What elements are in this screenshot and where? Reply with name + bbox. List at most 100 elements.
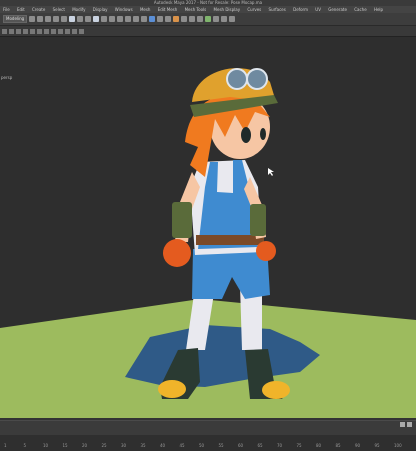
grid-toggle-icon[interactable] [30, 28, 35, 34]
lasso-tool-icon[interactable] [77, 16, 84, 22]
undo-icon[interactable] [53, 16, 60, 22]
lighting-icon[interactable] [65, 28, 70, 34]
channel-box-icon[interactable] [229, 16, 236, 22]
snap-grid-icon[interactable] [117, 16, 124, 22]
camera-label: persp [1, 75, 13, 80]
bookmark-icon[interactable] [16, 28, 21, 34]
3d-viewport[interactable]: persp [0, 37, 416, 418]
timeline-tick-label: 75 [296, 443, 302, 448]
right-glove-cuff [250, 204, 266, 236]
textured-icon[interactable] [58, 28, 63, 34]
menu-item-curves[interactable]: Curves [247, 7, 261, 12]
timeline-tick-label: 35 [140, 443, 146, 448]
xray-icon[interactable] [79, 28, 84, 34]
playback-controls [398, 422, 412, 427]
paint-select-icon[interactable] [85, 16, 92, 22]
keyframe-track[interactable] [0, 420, 416, 436]
timeline-tick-label: 80 [316, 443, 322, 448]
timeline-tick-label: 55 [218, 443, 224, 448]
left-glove [163, 239, 191, 267]
main-menu-bar: File Edit Create Select Modify Display W… [0, 6, 416, 13]
timeline-tick-label: 30 [121, 443, 127, 448]
play-forward-icon[interactable] [407, 422, 412, 427]
frame-ruler[interactable]: 1 5 10 15 20 25 30 35 40 45 50 55 60 65 70 75 80 85 90 95 10… [0, 435, 416, 451]
image-plane-icon[interactable] [23, 28, 28, 34]
redo-icon[interactable] [61, 16, 68, 22]
construction-history-icon[interactable] [157, 16, 164, 22]
window-title: Autodesk Maya 2017 - Not for Resale: Pos… [153, 0, 263, 5]
film-gate-icon[interactable] [37, 28, 42, 34]
menu-item-create[interactable]: Create [32, 7, 45, 12]
menu-item-edit-mesh[interactable]: Edit Mesh [158, 7, 178, 12]
shadows-icon[interactable] [72, 28, 77, 34]
timeline-tick-label: 5 [23, 443, 27, 448]
history-icon[interactable] [149, 16, 156, 22]
attribute-editor-icon[interactable] [213, 16, 220, 22]
hypershade-icon[interactable] [197, 16, 204, 22]
left-glove-cuff [172, 202, 192, 238]
open-scene-icon[interactable] [37, 16, 44, 22]
menu-item-display[interactable]: Display [93, 7, 108, 12]
menu-item-select[interactable]: Select [53, 7, 65, 12]
timeline-tick-label: 60 [238, 443, 244, 448]
timeline-tick-label: 1 [4, 443, 7, 448]
snap-curve-icon[interactable] [125, 16, 132, 22]
timeline-tick-label: 50 [199, 443, 205, 448]
goggle-right [246, 68, 268, 90]
menu-item-modify[interactable]: Modify [72, 7, 85, 12]
menu-item-generate[interactable]: Generate [328, 7, 347, 12]
timeline-tick-label: 10 [43, 443, 49, 448]
camera-attributes-icon[interactable] [9, 28, 14, 34]
play-backward-icon[interactable] [400, 422, 405, 427]
mode-selector[interactable]: Modeling [3, 15, 28, 23]
toolbar-shelf: Modeling [0, 13, 416, 26]
timeline-tick-label: 85 [335, 443, 341, 448]
wireframe-icon[interactable] [44, 28, 49, 34]
move-tool-icon[interactable] [93, 16, 100, 22]
menu-item-help[interactable]: Help [374, 7, 383, 12]
new-scene-icon[interactable] [29, 16, 36, 22]
menu-item-mesh[interactable]: Mesh [140, 7, 151, 12]
right-eye [260, 128, 266, 140]
menu-item-cache[interactable]: Cache [354, 7, 366, 12]
timeline-tick-label: 90 [355, 443, 361, 448]
select-tool-icon[interactable] [69, 16, 76, 22]
save-scene-icon[interactable] [45, 16, 52, 22]
timeline-tick-label: 15 [62, 443, 68, 448]
viewport-scene [0, 68, 416, 418]
left-eye [241, 127, 251, 143]
tool-settings-icon[interactable] [221, 16, 228, 22]
scale-tool-icon[interactable] [109, 16, 116, 22]
menu-item-uv[interactable]: UV [315, 7, 321, 12]
right-glove [256, 241, 276, 261]
menu-item-mesh-display[interactable]: Mesh Display [214, 7, 241, 12]
right-boot-toe [262, 381, 290, 399]
snap-surface-icon[interactable] [141, 16, 148, 22]
snap-point-icon[interactable] [133, 16, 140, 22]
menu-item-windows[interactable]: Windows [115, 7, 133, 12]
render-settings-icon[interactable] [189, 16, 196, 22]
menu-item-surfaces[interactable]: Surfaces [269, 7, 286, 12]
smooth-shade-icon[interactable] [51, 28, 56, 34]
menu-item-deform[interactable]: Deform [293, 7, 308, 12]
ipr-render-icon[interactable] [181, 16, 188, 22]
menu-item-mesh-tools[interactable]: Mesh Tools [185, 7, 207, 12]
render-frame-icon[interactable] [173, 16, 180, 22]
render-view-icon[interactable] [165, 16, 172, 22]
left-boot-toe [158, 380, 186, 398]
timeline-tick-label: 45 [179, 443, 185, 448]
timeline-tick-label: 70 [277, 443, 283, 448]
modeling-toolkit-icon[interactable] [205, 16, 212, 22]
mouse-cursor-icon [268, 168, 274, 176]
camera-select-icon[interactable] [2, 28, 7, 34]
menu-item-file[interactable]: File [3, 7, 10, 12]
timeline-tick-label: 65 [257, 443, 263, 448]
viewport-toolbar [0, 26, 416, 37]
menu-item-edit[interactable]: Edit [17, 7, 25, 12]
rotate-tool-icon[interactable] [101, 16, 108, 22]
timeline-tick-label: 20 [82, 443, 88, 448]
goggle-left [226, 68, 248, 90]
belt [196, 235, 264, 245]
time-slider[interactable]: 1 5 10 15 20 25 30 35 40 45 50 55 60 65 70 75 80 85 90 95 10… [0, 418, 416, 451]
timeline-tick-label: 25 [101, 443, 107, 448]
